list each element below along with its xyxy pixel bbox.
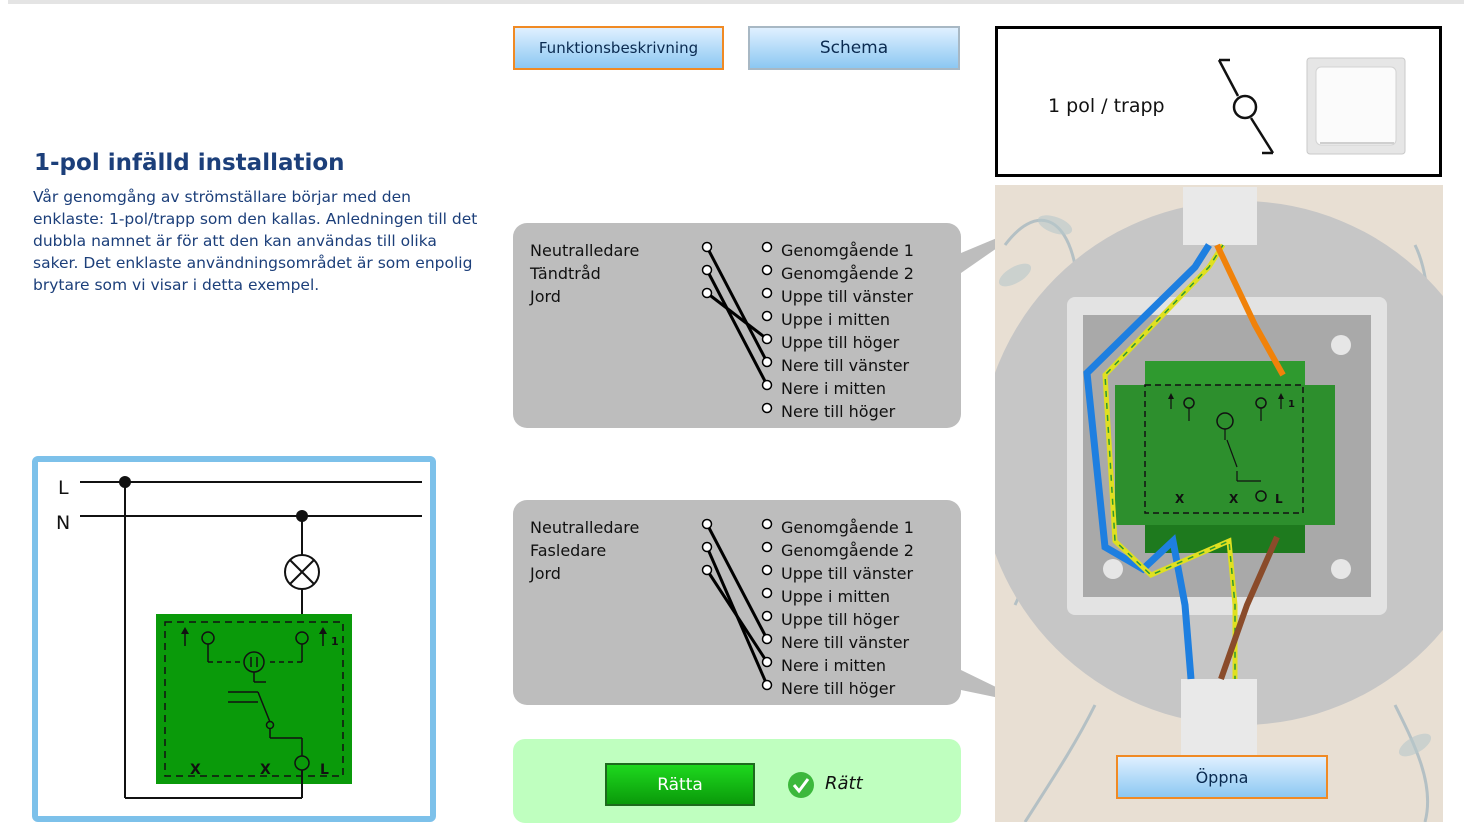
upper-target-4[interactable]: Uppe i mitten (781, 308, 914, 331)
function-description-button[interactable]: Funktionsbeskrivning (513, 26, 724, 70)
upper-target-list: Genomgående 1 Genomgående 2 Uppe till vä… (781, 239, 914, 423)
source-terminals (701, 518, 713, 576)
lower-source-earth[interactable]: Jord (530, 562, 639, 585)
source-terminals (701, 241, 713, 299)
upper-source-switch-wire[interactable]: Tändtråd (530, 262, 639, 285)
upper-target-8[interactable]: Nere till höger (781, 400, 914, 423)
lower-target-2[interactable]: Genomgående 2 (781, 539, 914, 562)
upper-source-neutral[interactable]: Neutralledare (530, 239, 639, 262)
switch-symbol-icon (1217, 57, 1406, 155)
lower-connection-panel: Neutralledare Fasledare Jord Genomgående… (513, 500, 1033, 705)
lower-target-7[interactable]: Nere i mitten (781, 654, 914, 677)
upper-connection-panel: Neutralledare Tändtråd Jord Genomgående … (513, 223, 1033, 428)
svg-text:1: 1 (1288, 399, 1295, 410)
lower-source-neutral[interactable]: Neutralledare (530, 516, 639, 539)
line-n-label: N (56, 512, 70, 534)
installation-illustration: 1 X X L (995, 185, 1443, 822)
upper-target-3[interactable]: Uppe till vänster (781, 285, 914, 308)
svg-text:X: X (260, 762, 271, 778)
circuit-schematic: L N 1 X X L (32, 456, 436, 822)
status-text: Rätt (825, 773, 863, 794)
lower-target-3[interactable]: Uppe till vänster (781, 562, 914, 585)
lower-target-5[interactable]: Uppe till höger (781, 608, 914, 631)
lower-target-list: Genomgående 1 Genomgående 2 Uppe till vä… (781, 516, 914, 700)
upper-target-7[interactable]: Nere i mitten (781, 377, 914, 400)
upper-target-1[interactable]: Genomgående 1 (781, 239, 914, 262)
svg-text:X: X (1229, 492, 1239, 506)
svg-text:L: L (320, 762, 329, 778)
upper-target-2[interactable]: Genomgående 2 (781, 262, 914, 285)
intro-description: Vår genomgång av strömställare börjar me… (33, 188, 478, 294)
svg-text:X: X (1175, 492, 1185, 506)
checkmark-icon (788, 772, 814, 798)
lamp-icon (284, 554, 320, 590)
lower-source-list: Neutralledare Fasledare Jord (530, 516, 639, 585)
check-button[interactable]: Rätta (605, 763, 755, 806)
open-button[interactable]: Öppna (1116, 755, 1328, 799)
upper-target-5[interactable]: Uppe till höger (781, 331, 914, 354)
lower-source-phase[interactable]: Fasledare (530, 539, 639, 562)
lower-target-8[interactable]: Nere till höger (781, 677, 914, 700)
upper-source-list: Neutralledare Tändtråd Jord (530, 239, 639, 308)
upper-target-6[interactable]: Nere till vänster (781, 354, 914, 377)
switch-legend: 1 pol / trapp (995, 26, 1442, 177)
schema-button[interactable]: Schema (748, 26, 960, 70)
lower-target-1[interactable]: Genomgående 1 (781, 516, 914, 539)
wall-switch-icon (1306, 57, 1406, 155)
target-terminals (761, 518, 773, 691)
lower-target-4[interactable]: Uppe i mitten (781, 585, 914, 608)
target-terminals (761, 241, 773, 414)
lower-target-6[interactable]: Nere till vänster (781, 631, 914, 654)
upper-source-earth[interactable]: Jord (530, 285, 639, 308)
svg-text:L: L (1275, 492, 1283, 506)
top-border (8, 0, 1464, 4)
page-title: 1-pol infälld installation (34, 150, 345, 176)
line-l-label: L (58, 477, 69, 499)
check-panel: Rätta Rätt (513, 739, 961, 823)
svg-text:1: 1 (331, 635, 339, 648)
svg-text:X: X (190, 762, 201, 778)
